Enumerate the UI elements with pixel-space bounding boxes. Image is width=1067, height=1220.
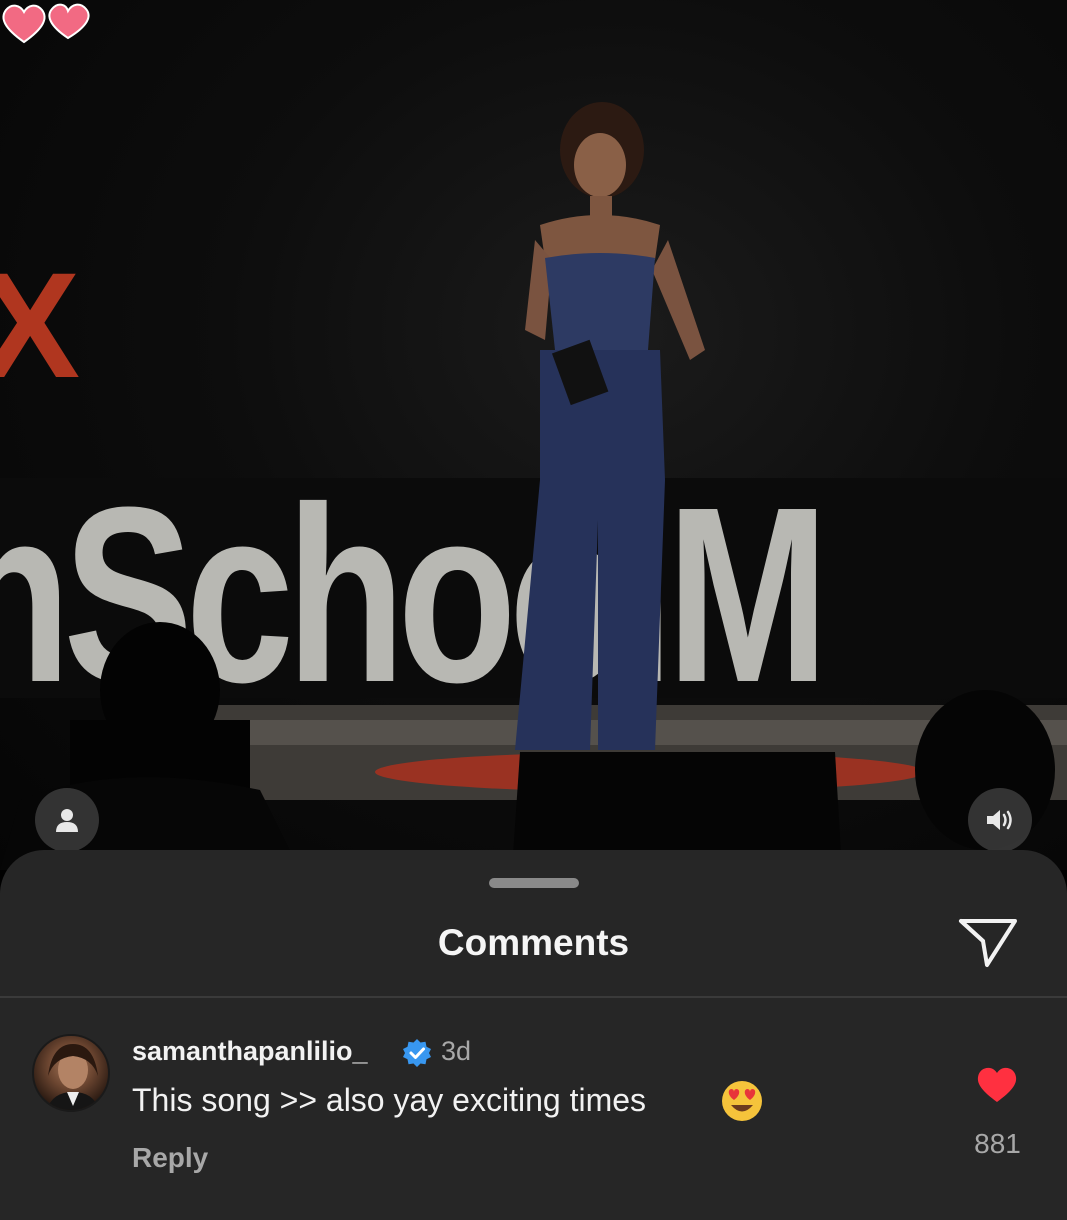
- like-count: 881: [974, 1128, 1021, 1159]
- stage-scene: [0, 102, 1067, 870]
- comment-timestamp: 3d: [441, 1036, 472, 1066]
- person-icon: [56, 809, 78, 832]
- paper-plane-icon[interactable]: [957, 915, 1019, 969]
- sheet-drag-handle[interactable]: [489, 878, 579, 888]
- comment-text: This song >> also yay exciting times: [132, 1082, 647, 1118]
- verified-badge-icon: [403, 1039, 431, 1067]
- post-photo[interactable]: X hSchoolM: [0, 0, 1067, 870]
- sheet-title: Comments: [437, 922, 630, 963]
- heart-eyes-emoji-icon: [722, 1081, 762, 1121]
- speaker-icon: [987, 810, 1012, 830]
- comment-username[interactable]: samanthapanlilio_: [132, 1036, 368, 1067]
- reply-button[interactable]: Reply: [132, 1142, 208, 1174]
- sound-toggle-button[interactable]: [968, 788, 1032, 852]
- avatar[interactable]: [32, 1034, 110, 1112]
- divider: [0, 996, 1067, 998]
- heart-sticker-icon: [2, 3, 90, 44]
- tagged-people-button[interactable]: [35, 788, 99, 852]
- heart-icon[interactable]: [976, 1066, 1018, 1104]
